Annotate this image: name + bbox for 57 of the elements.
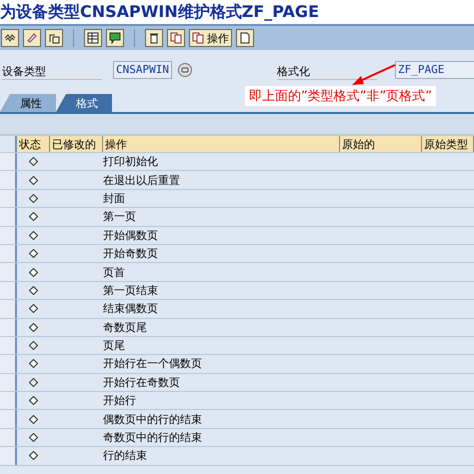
tab[interactable]: 属性 xyxy=(0,94,56,112)
field-label: 设备类型 xyxy=(2,64,102,80)
row-selector[interactable] xyxy=(0,244,17,262)
copy-icon xyxy=(192,32,204,44)
table-cell: 开始偶数页 xyxy=(103,228,158,243)
table-cell: 页尾 xyxy=(103,338,125,354)
column-header[interactable]: 状态 xyxy=(17,136,50,152)
row-selector[interactable] xyxy=(0,428,17,446)
table-cell: 开始行在奇数页 xyxy=(103,374,180,390)
column-header[interactable]: 已修改的 xyxy=(50,136,103,152)
tab[interactable]: 格式 xyxy=(56,94,112,112)
select-all-corner[interactable] xyxy=(0,136,17,152)
row-selector[interactable] xyxy=(0,282,17,300)
pencil-icon[interactable] xyxy=(23,29,41,47)
table-cell: 偶数页中的行的结束 xyxy=(103,412,202,427)
column-header[interactable]: 原始类型 xyxy=(422,136,474,152)
annotation-arrow xyxy=(350,64,396,86)
row-selector[interactable] xyxy=(0,171,17,189)
table-cell: 封面 xyxy=(103,190,125,206)
row-selector[interactable] xyxy=(0,447,17,465)
column-header[interactable]: 操作 xyxy=(103,136,340,152)
row-selector[interactable] xyxy=(0,190,17,208)
row-selector[interactable] xyxy=(0,410,17,428)
grid-icon[interactable] xyxy=(84,29,102,47)
table-cell: 第一页结束 xyxy=(103,282,158,298)
annotation-text: 即上面的”类型格式”非”页格式” xyxy=(245,86,436,106)
row-selector[interactable] xyxy=(0,392,17,410)
document-icon[interactable] xyxy=(236,29,254,47)
window-title: 为设备类型CNSAPWIN维护格式ZF_PAGE xyxy=(0,0,474,24)
row-selector[interactable] xyxy=(0,374,17,392)
table-cell: 开始奇数页 xyxy=(103,246,158,262)
device-type-field[interactable]: CNSAPWIN xyxy=(113,61,172,79)
table-cell: 行的结束 xyxy=(103,448,147,464)
trash-icon[interactable] xyxy=(145,29,163,47)
table-cell: 开始行 xyxy=(103,393,136,408)
row-selector[interactable] xyxy=(0,263,17,281)
copy-icon[interactable] xyxy=(167,29,185,47)
operation-button[interactable]: 操作 xyxy=(189,29,232,47)
column-header[interactable]: 原始的 xyxy=(340,136,422,152)
table-cell: 奇数页尾 xyxy=(103,320,147,335)
table-cell: 在退出以后重置 xyxy=(103,172,180,188)
search-help-icon[interactable] xyxy=(178,63,192,77)
row-selector[interactable] xyxy=(0,300,17,318)
row-selector[interactable] xyxy=(0,153,17,170)
speech-bubble-icon[interactable] xyxy=(106,29,124,47)
format-field[interactable]: ZF_PAGE xyxy=(395,61,474,79)
table-cell: 开始行在一个偶数页 xyxy=(103,356,202,372)
row-selector[interactable] xyxy=(0,318,17,336)
table-cell: 奇数页中的行的结束 xyxy=(103,430,202,446)
row-selector[interactable] xyxy=(0,355,17,373)
table-cell: 页首 xyxy=(103,264,125,280)
row-selector[interactable] xyxy=(0,208,17,226)
table-cell: 结束偶数页 xyxy=(103,301,158,316)
row-selector[interactable] xyxy=(0,226,17,244)
table-cell: 打印初始化 xyxy=(103,154,158,170)
row-selector[interactable] xyxy=(0,336,17,354)
table-cell: 第一页 xyxy=(103,209,136,224)
